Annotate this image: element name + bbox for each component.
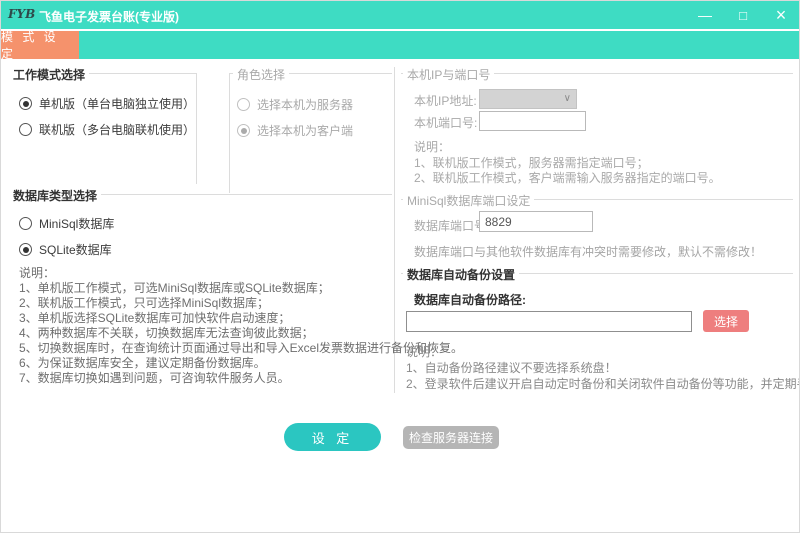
notes-title: 说明：: [406, 344, 800, 360]
note-line: 2、联机版工作模式，只可选择MiniSql数据库；: [19, 296, 463, 311]
radio-as-client-label: 选择本机为客户端: [257, 122, 353, 139]
maximize-icon[interactable]: □: [735, 7, 751, 23]
db-type-notes: 说明： 1、单机版工作模式，可选MiniSql数据库或SQLite数据库； 2、…: [19, 266, 463, 386]
radio-icon[interactable]: [19, 217, 32, 230]
note-line: 1、自动备份路径建议不要选择系统盘！: [406, 360, 800, 376]
ip-address-label: 本机IP地址:: [414, 92, 477, 109]
radio-sqlite[interactable]: SQLite数据库: [19, 241, 112, 258]
note-line: 4、两种数据库不关联，切换数据库无法查询彼此数据；: [19, 326, 463, 341]
db-port-input[interactable]: [479, 211, 593, 232]
radio-minisql[interactable]: MiniSql数据库: [19, 215, 114, 232]
radio-networked[interactable]: 联机版（多台电脑联机使用）: [19, 121, 195, 138]
title-bar: FYB 飞鱼电子发票台账(专业版) — □ ×: [1, 1, 800, 29]
close-icon[interactable]: ×: [773, 7, 789, 23]
note-line: 2、联机版工作模式，客户端需输入服务器指定的端口号。: [414, 171, 721, 187]
tab-bar: 模 式 设 定: [1, 31, 800, 59]
note-line: 1、联机版工作模式，服务器需指定端口号；: [414, 156, 721, 172]
chevron-down-icon: ∨: [564, 94, 571, 104]
radio-as-server[interactable]: 选择本机为服务器: [237, 96, 353, 113]
notes-title: 说明：: [414, 140, 721, 156]
tab-mode-settings[interactable]: 模 式 设 定: [1, 31, 79, 59]
radio-icon[interactable]: [19, 243, 32, 256]
confirm-button[interactable]: 设 定: [284, 423, 381, 451]
note-line: 5、切换数据库时，在查询统计页面通过导出和导入Excel发票数据进行备份和恢复。: [19, 341, 463, 356]
db-port-note: 数据库端口与其他软件数据库有冲突时需要修改，默认不需修改！: [414, 243, 762, 260]
note-line: 3、单机版选择SQLite数据库可加快软件启动速度；: [19, 311, 463, 326]
groupbox-line: [229, 73, 230, 193]
radio-standalone-label: 单机版（单台电脑独立使用）: [39, 95, 195, 112]
radio-sqlite-label: SQLite数据库: [39, 241, 112, 258]
notes-title: 说明：: [19, 266, 463, 281]
note-line: 6、为保证数据库安全，建议定期备份数据库。: [19, 356, 463, 371]
backup-notes: 说明： 1、自动备份路径建议不要选择系统盘！ 2、登录软件后建议开启自动定时备份…: [406, 344, 800, 392]
backup-path-input[interactable]: [406, 311, 692, 332]
note-line: 7、数据库切换如遇到问题，可咨询软件服务人员。: [19, 371, 463, 386]
radio-as-server-label: 选择本机为服务器: [257, 96, 353, 113]
radio-icon[interactable]: [237, 98, 250, 111]
port-label: 本机端口号:: [414, 114, 477, 131]
radio-icon[interactable]: [19, 97, 32, 110]
section-title-role: 角色选择: [233, 66, 289, 83]
section-title-ip-port: 本机IP与端口号: [403, 66, 494, 83]
note-line: 2、登录软件后建议开启自动定时备份和关闭软件自动备份等功能，并定期手工备份！: [406, 376, 800, 392]
radio-icon[interactable]: [19, 123, 32, 136]
radio-standalone[interactable]: 单机版（单台电脑独立使用）: [19, 95, 195, 112]
section-title-minisql-port: MiniSql数据库端口设定: [403, 192, 534, 209]
radio-as-client[interactable]: 选择本机为客户端: [237, 122, 353, 139]
minimize-icon[interactable]: —: [697, 7, 713, 23]
app-window: FYB 飞鱼电子发票台账(专业版) — □ × 模 式 设 定 工作模式选择 角…: [0, 0, 800, 533]
note-line: 1、单机版工作模式，可选MiniSql数据库或SQLite数据库；: [19, 281, 463, 296]
section-title-db-type: 数据库类型选择: [9, 187, 101, 204]
window-title: 飞鱼电子发票台账(专业版): [39, 8, 179, 25]
ip-address-select[interactable]: ∨: [479, 89, 577, 109]
app-logo-icon: FYB: [8, 7, 35, 21]
radio-networked-label: 联机版（多台电脑联机使用）: [39, 121, 195, 138]
groupbox-line: [196, 73, 197, 184]
ip-port-notes: 说明： 1、联机版工作模式，服务器需指定端口号； 2、联机版工作模式，客户端需输…: [414, 140, 721, 187]
radio-minisql-label: MiniSql数据库: [39, 215, 114, 232]
radio-icon[interactable]: [237, 124, 250, 137]
window-controls: — □ ×: [697, 1, 789, 29]
check-server-button[interactable]: 检查服务器连接: [403, 426, 499, 449]
backup-path-label: 数据库自动备份路径:: [414, 291, 526, 308]
choose-path-button[interactable]: 选择: [703, 310, 749, 332]
port-input[interactable]: [479, 111, 586, 131]
section-title-work-mode: 工作模式选择: [9, 66, 89, 83]
